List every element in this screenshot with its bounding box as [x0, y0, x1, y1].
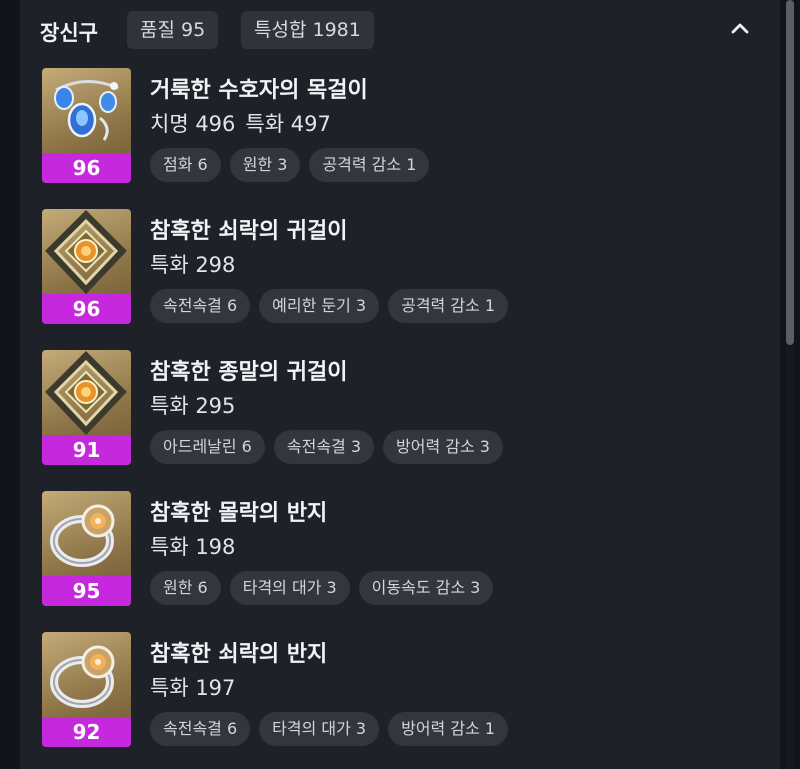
- stat-total-badge: 특성합 1981: [241, 11, 374, 49]
- item-level-badge: 92: [42, 717, 131, 747]
- item-name: 참혹한 종말의 귀걸이: [150, 360, 348, 385]
- section-title: 장신구: [40, 21, 98, 45]
- scrollbar[interactable]: [786, 0, 794, 769]
- item-engravings: 점화 6 원한 3 공격력 감소 1: [150, 148, 438, 182]
- item-engravings: 속전속결 6 타격의 대가 3 방어력 감소 1: [150, 712, 517, 746]
- engraving-tag: 속전속결 3: [273, 430, 375, 464]
- item-stats: 치명 496 특화 497: [150, 108, 341, 138]
- accessory-item[interactable]: 92 참혹한 쇠락의 반지 특화 197 속전속결 6 타격의 대가 3 방어력 감…: [20, 632, 780, 750]
- stat-value: 특화 197: [150, 676, 236, 700]
- engraving-tag: 방어력 감소 1: [388, 712, 509, 746]
- chevron-up-icon[interactable]: [728, 17, 752, 41]
- item-thumbnail: 96: [42, 68, 131, 183]
- accessory-item[interactable]: 91 참혹한 종말의 귀걸이 특화 295 아드레날린 6 속전속결 3 방어력 감…: [20, 350, 780, 468]
- stat-value: 특화 298: [150, 253, 236, 277]
- item-engravings: 속전속결 6 예리한 둔기 3 공격력 감소 1: [150, 289, 517, 323]
- item-name: 참혹한 몰락의 반지: [150, 501, 328, 526]
- engraving-tag: 원한 6: [150, 571, 221, 605]
- item-thumbnail: 95: [42, 491, 131, 606]
- stat-value: 치명 496: [150, 112, 236, 136]
- item-stats: 특화 298: [150, 249, 245, 279]
- engraving-tag: 공격력 감소 1: [388, 289, 509, 323]
- item-thumbnail: 91: [42, 350, 131, 465]
- stat-value: 특화 295: [150, 394, 236, 418]
- item-name: 거룩한 수호자의 목걸이: [150, 78, 368, 103]
- engraving-tag: 원한 3: [229, 148, 301, 182]
- item-level-badge: 91: [42, 435, 131, 465]
- engraving-tag: 속전속결 6: [150, 289, 251, 323]
- accessory-item[interactable]: 96 참혹한 쇠락의 귀걸이 특화 298 속전속결 6 예리한 둔기 3 공격력 …: [20, 209, 780, 327]
- engraving-tag: 아드레날린 6: [150, 430, 265, 464]
- engraving-tag: 이동속도 감소 3: [358, 571, 494, 605]
- engraving-tag: 공격력 감소 1: [309, 148, 430, 182]
- engraving-tag: 예리한 둔기 3: [259, 289, 380, 323]
- stat-value: 특화 198: [150, 535, 236, 559]
- item-stats: 특화 295: [150, 390, 245, 420]
- engraving-tag: 점화 6: [150, 148, 221, 182]
- accessory-item[interactable]: 95 참혹한 몰락의 반지 특화 198 원한 6 타격의 대가 3 이동속도 감소…: [20, 491, 780, 609]
- item-stats: 특화 198: [150, 531, 245, 561]
- engraving-tag: 속전속결 6: [150, 712, 251, 746]
- scrollbar-thumb[interactable]: [786, 0, 794, 345]
- stat-value: 특화 497: [245, 112, 331, 136]
- engraving-tag: 타격의 대가 3: [229, 571, 350, 605]
- item-engravings: 원한 6 타격의 대가 3 이동속도 감소 3: [150, 571, 502, 605]
- engraving-tag: 방어력 감소 3: [383, 430, 503, 464]
- item-level-badge: 95: [42, 576, 131, 606]
- item-engravings: 아드레날린 6 속전속결 3 방어력 감소 3: [150, 430, 512, 464]
- item-thumbnail: 96: [42, 209, 131, 324]
- item-thumbnail: 92: [42, 632, 131, 747]
- item-stats: 특화 197: [150, 672, 245, 702]
- item-name: 참혹한 쇠락의 반지: [150, 642, 328, 667]
- panel-header: 장신구 품질 95 특성합 1981: [20, 8, 780, 52]
- item-level-badge: 96: [42, 153, 131, 183]
- quality-badge: 품질 95: [127, 11, 219, 49]
- item-name: 참혹한 쇠락의 귀걸이: [150, 219, 348, 244]
- engraving-tag: 타격의 대가 3: [259, 712, 380, 746]
- item-level-badge: 96: [42, 294, 131, 324]
- accessory-item[interactable]: 96 거룩한 수호자의 목걸이 치명 496 특화 497 점화 6 원한 3 공격력…: [20, 68, 780, 186]
